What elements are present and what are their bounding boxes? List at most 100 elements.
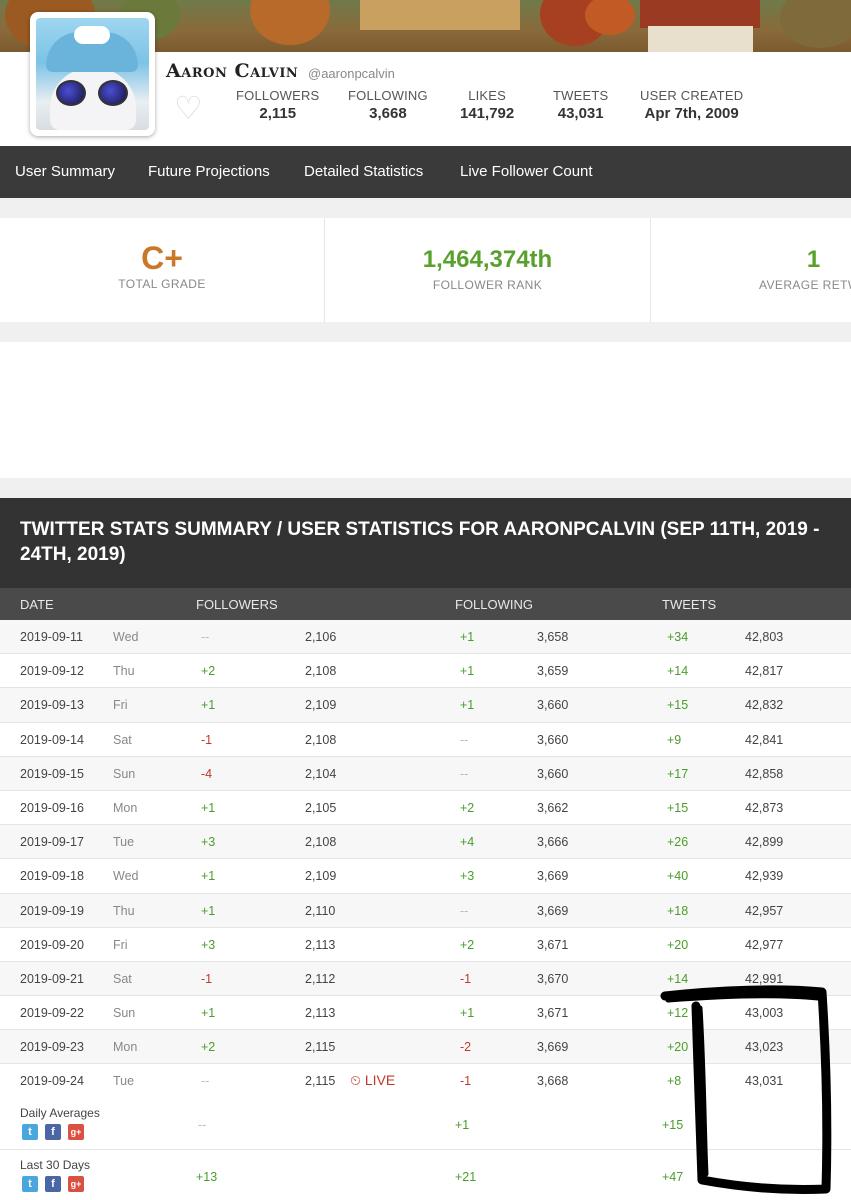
following-count: 3,668	[537, 1074, 569, 1089]
row-date: 2019-09-15	[20, 766, 84, 781]
followers-count: 2,108	[305, 835, 337, 850]
row-day: Thu	[113, 664, 135, 679]
following-count: 3,670	[537, 971, 569, 986]
following-count: 3,662	[537, 800, 569, 815]
followers-change: +3	[201, 937, 216, 952]
row-date: 2019-09-14	[20, 732, 84, 747]
nav-future-projections[interactable]: Future Projections	[148, 163, 270, 180]
tweets-count: 42,858	[745, 766, 784, 781]
facebook-icon[interactable]: f	[45, 1124, 61, 1140]
tweets-change: +17	[667, 766, 689, 781]
tweets-change: +34	[667, 630, 689, 644]
col-tweets: TWEETS	[662, 597, 717, 612]
following-change: --	[460, 903, 469, 918]
followers-count: 2,113	[305, 1006, 336, 1021]
row-day: Fri	[113, 937, 128, 952]
tweets-count: 42,939	[745, 869, 784, 884]
row-day: Mon	[113, 800, 138, 815]
row-date: 2019-09-23	[20, 1040, 84, 1055]
heart-icon[interactable]: ♡	[174, 92, 208, 124]
stat-following: FOLLOWING 3,668	[348, 88, 428, 122]
followers-count: 2,108	[305, 732, 337, 747]
tweets-count: 42,832	[745, 698, 784, 713]
row-date: 2019-09-12	[20, 664, 84, 679]
followers-change: +1	[201, 1006, 216, 1021]
total-grade: C+ TOTAL GRADE	[0, 218, 325, 322]
row-day: Sat	[113, 732, 132, 747]
followers-count: 2,105	[305, 800, 337, 815]
live-indicator[interactable]: ⏲ LIVE	[350, 1072, 395, 1089]
row-date: 2019-09-20	[20, 937, 84, 952]
stat-tweets: TWEETS 43,031	[553, 88, 609, 122]
grade-panel: C+ TOTAL GRADE 1,464,374th FOLLOWER RANK…	[0, 218, 851, 322]
follower-rank: 1,464,374th FOLLOWER RANK	[325, 218, 651, 322]
followers-change: -4	[201, 766, 213, 781]
twitter-icon[interactable]: t	[22, 1124, 38, 1140]
row-date: 2019-09-21	[20, 971, 84, 986]
row-day: Mon	[113, 1040, 138, 1055]
stat-followers: FOLLOWERS 2,115	[236, 88, 320, 122]
facebook-icon[interactable]: f	[45, 1176, 61, 1192]
display-name: Aaron Calvin	[166, 60, 299, 82]
followers-change: --	[201, 1074, 210, 1089]
google-plus-icon[interactable]: g+	[68, 1176, 84, 1192]
nav-user-summary[interactable]: User Summary	[15, 163, 115, 180]
tweets-count: 42,977	[745, 937, 784, 952]
following-change: -1	[460, 971, 472, 986]
followers-count: 2,104	[305, 766, 337, 781]
following-change: +1	[460, 1006, 475, 1021]
main-nav: User Summary Future Projections Detailed…	[0, 146, 851, 198]
following-change: +4	[460, 835, 475, 850]
table-row: 2019-09-11 Wed -- 2,106 +1 3,658 +34 42,803	[0, 620, 851, 655]
following-count: 3,658	[537, 630, 569, 644]
row-day: Fri	[113, 698, 128, 713]
row-date: 2019-09-16	[20, 800, 84, 815]
tweets-change: +15	[667, 698, 689, 713]
followers-change: -1	[201, 732, 213, 747]
table-row: 2019-09-18 Wed +1 2,109 +3 3,669 +40 42,939	[0, 859, 851, 894]
followers-change: +2	[201, 1040, 216, 1055]
following-count: 3,669	[537, 869, 569, 884]
twitter-icon[interactable]: t	[22, 1176, 38, 1192]
tweets-count: 42,841	[745, 732, 784, 747]
following-change: -1	[460, 1074, 472, 1089]
following-count: 3,660	[537, 698, 569, 713]
followers-change: +1	[201, 800, 216, 815]
clock-icon: ⏲	[350, 1072, 365, 1089]
row-day: Tue	[113, 1074, 135, 1089]
nav-live-follower-count[interactable]: Live Follower Count	[460, 163, 593, 180]
table-header: DATE FOLLOWERS FOLLOWING TWEETS	[0, 588, 851, 620]
average-retweets: 1 AVERAGE RETWE	[759, 246, 851, 292]
nav-detailed-statistics[interactable]: Detailed Statistics	[304, 163, 423, 180]
col-following: FOLLOWING	[455, 597, 534, 612]
tweets-count: 42,899	[745, 835, 784, 850]
following-change: +1	[460, 630, 475, 644]
tweets-count: 42,957	[745, 903, 784, 918]
tweets-change: +20	[667, 937, 689, 952]
google-plus-icon[interactable]: g+	[68, 1124, 84, 1140]
row-date: 2019-09-18	[20, 869, 84, 884]
followers-change: --	[201, 630, 210, 644]
followers-change: +1	[201, 903, 216, 918]
row-date: 2019-09-24	[20, 1074, 84, 1089]
tweets-count: 42,803	[745, 630, 784, 644]
following-change: +1	[460, 664, 475, 679]
stat-likes: LIKES 141,792	[460, 88, 515, 122]
tweets-change: +26	[667, 835, 689, 850]
user-handle: @aaronpcalvin	[308, 66, 395, 81]
following-count: 3,659	[537, 664, 569, 679]
followers-count: 2,108	[305, 664, 337, 679]
tweets-change: +15	[667, 800, 689, 815]
table-row: 2019-09-17 Tue +3 2,108 +4 3,666 +26 42,899	[0, 825, 851, 860]
followers-change: -1	[201, 971, 213, 986]
row-day: Sun	[113, 1006, 136, 1021]
following-change: --	[460, 732, 469, 747]
following-count: 3,660	[537, 766, 569, 781]
hand-drawn-box	[660, 985, 832, 1195]
following-change: +2	[460, 800, 475, 815]
following-change: -2	[460, 1040, 472, 1055]
stat-user-created: USER CREATED Apr 7th, 2009	[640, 88, 744, 122]
summary-title: TWITTER STATS SUMMARY / USER STATISTICS …	[20, 519, 820, 565]
avatar[interactable]	[30, 12, 155, 136]
following-count: 3,671	[537, 937, 569, 952]
